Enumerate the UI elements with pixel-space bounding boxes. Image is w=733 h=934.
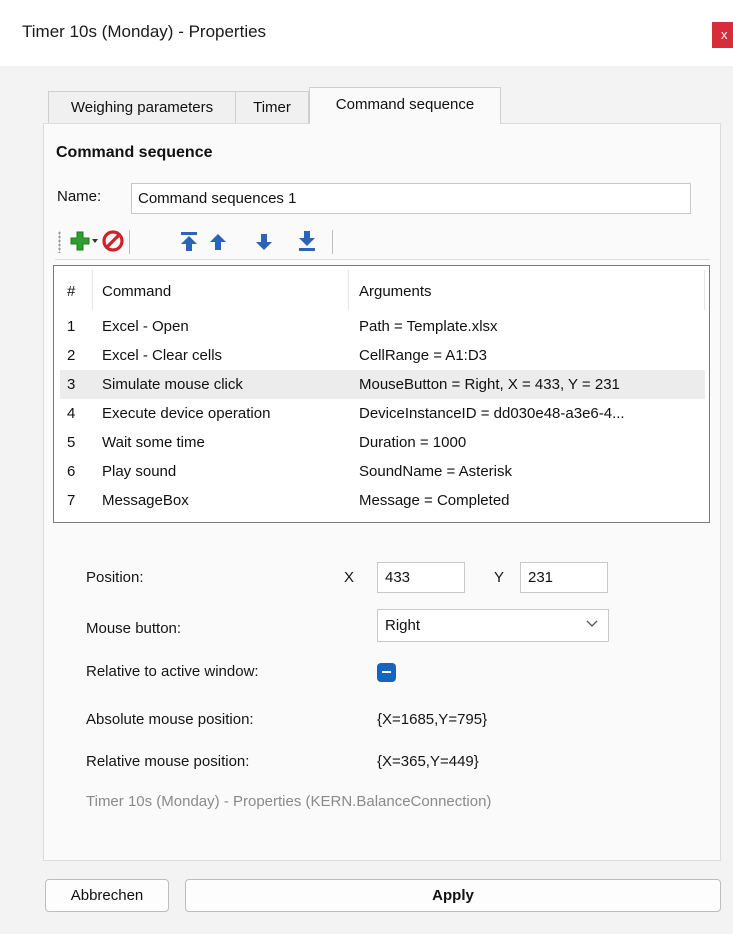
column-header-number[interactable]: #: [67, 283, 75, 300]
relative-window-label: Relative to active window:: [86, 663, 259, 680]
window-title: Timer 10s (Monday) - Properties: [22, 22, 267, 41]
name-input[interactable]: Command sequences 1: [131, 183, 691, 214]
row-command: Play sound: [102, 463, 177, 480]
column-header-arguments[interactable]: Arguments: [359, 283, 432, 300]
row-arguments: DeviceInstanceID = dd030e48-a3e6-4...: [359, 405, 625, 422]
tab-label: Command sequence: [335, 96, 475, 113]
toolbar-grip[interactable]: [58, 231, 61, 253]
cancel-button[interactable]: Abbrechen: [45, 879, 169, 912]
chevron-down-icon[interactable]: [585, 617, 599, 629]
title-bar: Timer 10s (Monday) - Properties x: [0, 0, 733, 66]
add-icon[interactable]: [68, 228, 92, 254]
move-top-icon[interactable]: [177, 228, 201, 254]
section-title: Command sequence: [56, 144, 213, 161]
row-command: Execute device operation: [102, 405, 271, 422]
row-arguments: Duration = 1000: [359, 434, 467, 451]
dropdown-arrow-icon[interactable]: [90, 228, 100, 254]
row-arguments: MouseButton = Right, X = 433, Y = 231: [359, 376, 620, 393]
name-label: Name:: [57, 188, 102, 205]
tab-label: Weighing parameters: [70, 99, 214, 116]
indeterminate-icon: [382, 671, 391, 673]
row-command: MessageBox: [102, 492, 189, 509]
row-number: 6: [67, 463, 76, 480]
relative-window-checkbox[interactable]: [377, 663, 396, 682]
row-number: 1: [67, 318, 76, 335]
row-arguments: Message = Completed: [359, 492, 510, 509]
column-separator[interactable]: [348, 270, 349, 310]
row-number: 3: [67, 376, 76, 393]
row-number: 7: [67, 492, 76, 509]
y-input[interactable]: 231: [520, 562, 608, 593]
move-bottom-icon[interactable]: [295, 228, 319, 254]
y-label: Y: [494, 569, 505, 586]
close-icon: x: [721, 27, 728, 42]
apply-button[interactable]: Apply: [185, 879, 721, 912]
relative-position-value: {X=365,Y=449}: [377, 753, 479, 770]
x-label: X: [344, 569, 355, 586]
toolbar-divider: [55, 259, 710, 260]
toolbar-separator: [332, 230, 333, 254]
column-header-command[interactable]: Command: [102, 283, 171, 300]
row-command: Wait some time: [102, 434, 205, 451]
absolute-position-value: {X=1685,Y=795}: [377, 711, 488, 728]
row-number: 5: [67, 434, 76, 451]
column-separator[interactable]: [704, 270, 705, 310]
position-label: Position:: [86, 569, 144, 586]
row-number: 4: [67, 405, 76, 422]
move-down-icon[interactable]: [252, 228, 276, 254]
toolbar-separator: [129, 230, 130, 254]
x-input[interactable]: 433: [377, 562, 465, 593]
tab-timer[interactable]: Timer: [235, 91, 309, 123]
footer-note: Timer 10s (Monday) - Properties (KERN.Ba…: [86, 793, 492, 810]
move-up-icon[interactable]: [206, 228, 230, 254]
row-arguments: Path = Template.xlsx: [359, 318, 498, 335]
row-command: Excel - Clear cells: [102, 347, 223, 364]
delete-icon[interactable]: [101, 228, 125, 254]
relative-position-label: Relative mouse position:: [86, 753, 250, 770]
row-command: Simulate mouse click: [102, 376, 243, 393]
row-number: 2: [67, 347, 76, 364]
row-arguments: CellRange = A1:D3: [359, 347, 487, 364]
close-button[interactable]: x: [712, 22, 733, 48]
mouse-button-value: Right: [385, 617, 421, 634]
tab-weighing-parameters[interactable]: Weighing parameters: [48, 91, 236, 123]
row-arguments: SoundName = Asterisk: [359, 463, 512, 480]
absolute-position-label: Absolute mouse position:: [86, 711, 254, 728]
tab-label: Timer: [253, 99, 291, 116]
mouse-button-select[interactable]: Right: [377, 609, 609, 642]
tab-command-sequence[interactable]: Command sequence: [309, 87, 501, 124]
column-separator[interactable]: [92, 270, 93, 310]
mouse-button-label: Mouse button:: [86, 620, 182, 637]
row-command: Excel - Open: [102, 318, 189, 335]
